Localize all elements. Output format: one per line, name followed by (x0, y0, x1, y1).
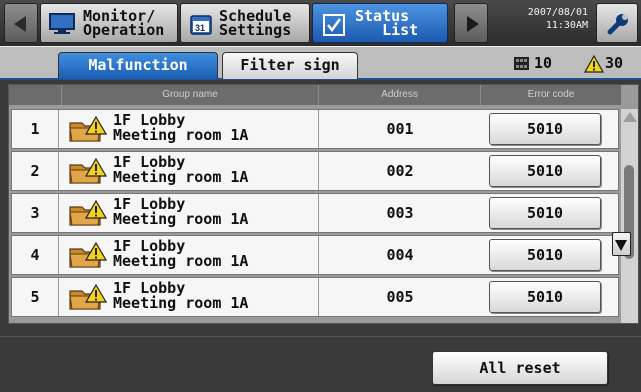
group-name: 1F Lobby Meeting room 1A (113, 279, 249, 312)
error-code-button[interactable]: 5010 (489, 281, 601, 313)
monitor-icon (49, 13, 75, 34)
error-code-button[interactable]: 5010 (489, 155, 601, 187)
table-row: 3 1F Lobby Meeting room 1A 003 5010 (11, 193, 619, 233)
tab-status-list[interactable]: Status List (312, 3, 448, 43)
folder-warning-icon (69, 284, 108, 310)
down-arrow-icon (615, 240, 627, 251)
row-number: 1 (12, 110, 59, 148)
table-row: 5 1F Lobby Meeting room 1A 005 5010 (11, 277, 619, 317)
folder-warning-icon (69, 116, 108, 142)
table-header: Group name Address Error code (9, 85, 621, 105)
tab-status-label: Status List (355, 7, 419, 39)
table-row: 1 1F Lobby Meeting room 1A 001 5010 (11, 109, 619, 149)
column-header-error: Error code (480, 85, 621, 105)
group-name: 1F Lobby Meeting room 1A (113, 153, 249, 186)
folder-warning-icon (69, 158, 108, 184)
address-value: 002 (318, 152, 481, 190)
screen: Monitor/ Operation 31 Schedule Settings … (0, 0, 641, 392)
tab-schedule-settings[interactable]: 31 Schedule Settings (180, 3, 310, 43)
tab-schedule-label: Schedule Settings (219, 7, 292, 39)
error-code-button[interactable]: 5010 (489, 113, 601, 145)
group-name: 1F Lobby Meeting room 1A (113, 237, 249, 270)
address-value: 001 (318, 110, 481, 148)
tab-malfunction[interactable]: Malfunction (58, 52, 218, 79)
nav-next-button[interactable] (454, 3, 488, 43)
folder-warning-icon (69, 200, 108, 226)
column-header-number (9, 85, 61, 105)
checklist-icon (323, 14, 345, 36)
top-nav-bar: Monitor/ Operation 31 Schedule Settings … (0, 0, 641, 46)
units-grid-icon (514, 57, 529, 70)
table-row: 2 1F Lobby Meeting room 1A 002 5010 (11, 151, 619, 191)
error-code-button[interactable]: 5010 (489, 197, 601, 229)
address-value: 005 (318, 278, 481, 316)
scroll-up-icon[interactable] (623, 112, 637, 122)
row-number: 4 (12, 236, 59, 274)
address-value: 004 (318, 236, 481, 274)
group-name: 1F Lobby Meeting room 1A (113, 195, 249, 228)
scrollbar[interactable] (621, 109, 638, 323)
wrench-icon (607, 14, 628, 35)
right-arrow-icon (467, 16, 479, 32)
tab-monitor-label: Monitor/ Operation (83, 7, 165, 39)
group-name: 1F Lobby Meeting room 1A (113, 111, 249, 144)
address-value: 003 (318, 194, 481, 232)
row-number: 3 (12, 194, 59, 232)
column-header-group: Group name (61, 85, 318, 105)
folder-warning-icon (69, 242, 108, 268)
tab-filter-sign[interactable]: Filter sign (222, 52, 358, 79)
sub-tab-bar: Malfunction Filter sign 10 30 (0, 46, 641, 80)
table-row: 4 1F Lobby Meeting room 1A 004 5010 (11, 235, 619, 275)
errors-count: 30 (605, 54, 624, 72)
svg-text:31: 31 (195, 23, 205, 33)
row-number: 5 (12, 278, 59, 316)
footer-divider (0, 336, 641, 337)
column-header-address: Address (318, 85, 480, 105)
row-number: 2 (12, 152, 59, 190)
scroll-down-button[interactable] (612, 232, 631, 256)
malfunction-table: Group name Address Error code 1 1F Lobby… (8, 84, 639, 324)
tab-monitor-operation[interactable]: Monitor/ Operation (40, 3, 178, 43)
left-arrow-icon (14, 16, 26, 32)
calendar-icon: 31 (190, 15, 212, 35)
units-count: 10 (534, 54, 553, 72)
current-datetime: 2007/08/01 11:30AM (527, 7, 588, 31)
warning-icon (584, 55, 604, 73)
nav-prev-button[interactable] (4, 3, 38, 43)
all-reset-button[interactable]: All reset (432, 351, 608, 385)
maintenance-button[interactable] (596, 3, 638, 43)
error-code-button[interactable]: 5010 (489, 239, 601, 271)
